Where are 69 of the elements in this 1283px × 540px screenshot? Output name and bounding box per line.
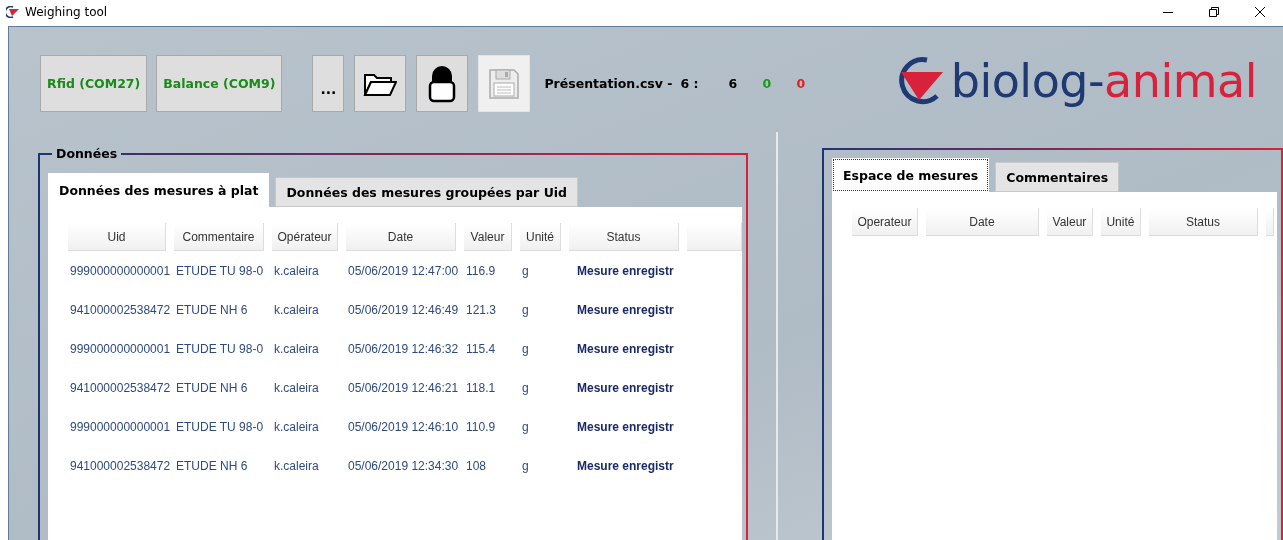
logo-icon: [896, 55, 945, 106]
lock-button[interactable]: [416, 55, 469, 112]
table-cell-text: 110.9: [465, 419, 497, 434]
count: 0: [796, 76, 807, 91]
app-logo-icon: [6, 6, 20, 18]
count: 6: [728, 76, 739, 91]
column-header[interactable]: Date: [346, 223, 456, 251]
column-header[interactable]: Unité: [520, 223, 561, 251]
group-title: Données: [55, 146, 119, 161]
table-cell-text: 108: [465, 458, 488, 473]
table-cell-text: Mesure enregistr: [576, 458, 675, 473]
table-cell-text: 05/06/2019 12:46:32: [347, 341, 456, 356]
column-header[interactable]: Opérateur: [272, 223, 338, 251]
table-cell-text: ETUDE NH 6: [175, 302, 249, 317]
table-cell-text: ETUDE NH 6: [175, 380, 249, 395]
column-header: [1265, 208, 1274, 236]
table-cell-text: k.caleira: [273, 458, 320, 473]
table-cell-text: g: [521, 341, 530, 356]
table-cell-text: Mesure enregistr: [576, 341, 675, 356]
column-header: [687, 223, 742, 251]
table-cell-text: 116.9: [465, 263, 497, 278]
table-cell-text: 05/06/2019 12:34:30: [347, 458, 456, 473]
table-cell-text: Mesure enregistr: [576, 419, 675, 434]
column-header[interactable]: Valeur: [1046, 208, 1093, 236]
more-button[interactable]: ...: [312, 55, 345, 112]
table-cell-text: k.caleira: [273, 341, 320, 356]
table-cell-text: g: [521, 419, 530, 434]
table-cell-text: g: [521, 302, 530, 317]
tab[interactable]: Données des mesures groupées par Uid: [275, 177, 579, 207]
column-header[interactable]: Date: [925, 208, 1039, 236]
table-cell-text: k.caleira: [273, 380, 320, 395]
restore-icon: [1209, 7, 1219, 17]
table-cell-text: 121.3: [465, 302, 498, 317]
table-cell-text: ETUDE TU 98-0: [175, 263, 264, 278]
column-header[interactable]: Commentaire: [174, 223, 264, 251]
table-cell-text: 05/06/2019 12:46:21: [347, 380, 456, 395]
column-header[interactable]: Valeur: [464, 223, 512, 251]
column-header[interactable]: Operateur: [851, 208, 918, 236]
table-cell-text: 118.1: [465, 380, 497, 395]
lock-icon: [428, 64, 457, 103]
table-cell-text: k.caleira: [273, 263, 320, 278]
tab[interactable]: Espace de mesures: [831, 158, 990, 192]
count: 0: [762, 76, 773, 91]
close-icon: [1255, 7, 1265, 17]
column-header[interactable]: Status: [569, 223, 679, 251]
table-cell-text: ETUDE TU 98-0: [175, 419, 264, 434]
table-cell-text: Mesure enregistr: [576, 263, 675, 278]
tab[interactable]: Commentaires: [995, 162, 1120, 192]
table-cell-text: 115.4: [465, 341, 497, 356]
table-cell-text: k.caleira: [273, 302, 320, 317]
total-count: 6 :: [680, 76, 699, 91]
table-cell-text: g: [521, 458, 530, 473]
column-header[interactable]: Status: [1148, 208, 1258, 236]
table-cell-text: k.caleira: [273, 419, 320, 434]
column-header[interactable]: Unité: [1100, 208, 1141, 236]
table-cell-text: Mesure enregistr: [576, 380, 675, 395]
table-cell-text: 05/06/2019 12:46:10: [347, 419, 456, 434]
table-cell-text: 05/06/2019 12:46:49: [347, 302, 456, 317]
file-name: Présentation.csv -: [544, 76, 673, 91]
tab[interactable]: Données des mesures à plat: [48, 173, 270, 207]
table-cell-text: g: [521, 263, 530, 278]
table-cell-text: g: [521, 380, 530, 395]
table-cell-text: 05/06/2019 12:47:00: [347, 263, 456, 278]
window-title: Weighing tool: [25, 5, 109, 19]
table-cell-text: ETUDE NH 6: [175, 458, 249, 473]
open-button[interactable]: [354, 55, 407, 112]
table-cell-text: Mesure enregistr: [576, 302, 675, 317]
table-cell-text: ETUDE TU 98-0: [175, 341, 264, 356]
column-header[interactable]: Uid: [68, 223, 166, 251]
